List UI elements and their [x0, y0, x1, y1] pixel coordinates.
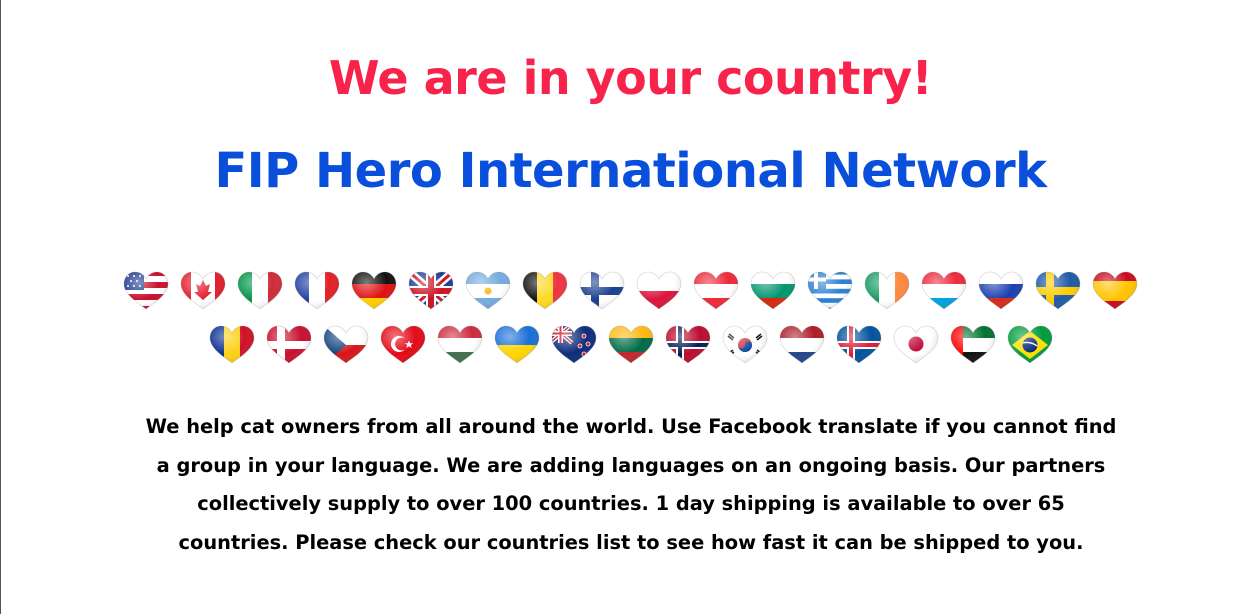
italy-flag-icon — [237, 271, 283, 310]
new-zealand-flag-icon — [551, 325, 596, 364]
germany-flag-icon — [351, 271, 397, 310]
austria-flag-icon — [693, 271, 739, 310]
spain-flag-icon — [1092, 271, 1138, 310]
flag-row-1 — [1, 270, 1259, 312]
turkey-flag-icon — [380, 325, 425, 364]
argentina-flag-icon — [465, 271, 511, 310]
iceland-flag-icon — [836, 325, 881, 364]
network-heading: FIP Hero International Network — [214, 143, 1047, 199]
flag-row-2 — [1, 324, 1259, 366]
bulgaria-flag-icon — [750, 271, 796, 310]
czechia-flag-icon — [323, 325, 368, 364]
uae-flag-icon — [950, 325, 995, 364]
netherlands-flag-icon — [779, 325, 824, 364]
romania-flag-icon — [209, 325, 254, 364]
south-korea-flag-icon — [722, 325, 767, 364]
japan-flag-icon — [893, 325, 938, 364]
uk-flag-icon — [408, 271, 454, 310]
main-heading: We are in your country! — [328, 51, 933, 105]
denmark-flag-icon — [266, 325, 311, 364]
usa-flag-icon — [123, 271, 169, 310]
ukraine-flag-icon — [494, 325, 539, 364]
brazil-flag-icon — [1007, 325, 1052, 364]
luxembourg-flag-icon — [921, 271, 967, 310]
canada-flag-icon — [180, 271, 226, 310]
finland-flag-icon — [579, 271, 625, 310]
russia-flag-icon — [978, 271, 1024, 310]
greece-flag-icon — [807, 271, 853, 310]
france-flag-icon — [294, 271, 340, 310]
description-text: We help cat owners from all around the w… — [145, 415, 1117, 554]
sweden-flag-icon — [1035, 271, 1081, 310]
norway-flag-icon — [665, 325, 710, 364]
ireland-flag-icon — [864, 271, 910, 310]
hungary-flag-icon — [437, 325, 482, 364]
lithuania-flag-icon — [608, 325, 653, 364]
poland-flag-icon — [636, 271, 682, 310]
belgium-flag-icon — [522, 271, 568, 310]
